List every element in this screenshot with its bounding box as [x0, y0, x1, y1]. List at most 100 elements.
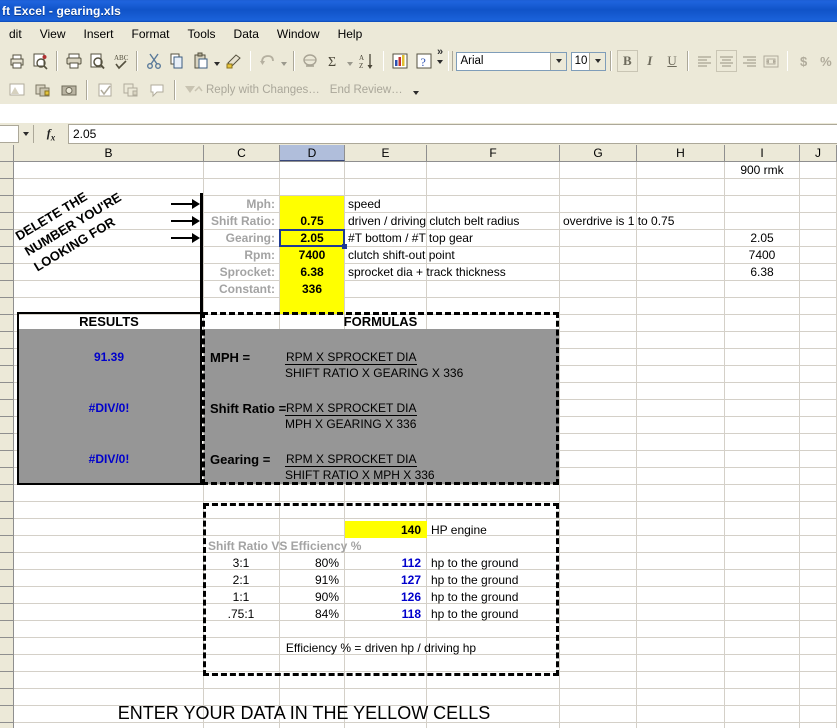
compare-merge-icon[interactable] — [119, 78, 143, 102]
font-name-dropdown-arrow-icon[interactable] — [550, 52, 567, 70]
align-right-icon[interactable] — [739, 50, 759, 72]
toolbar-overflow-icon[interactable]: » — [435, 47, 445, 72]
cell-I-gearing[interactable]: 2.05 — [725, 230, 799, 246]
formula-mph-denominator: SHIFT RATIO X GEARING X 336 — [285, 366, 464, 380]
column-header-I[interactable]: I — [725, 145, 800, 161]
chart-wizard-icon[interactable] — [389, 49, 410, 73]
menu-item-window[interactable]: Window — [268, 25, 329, 43]
paste-icon[interactable] — [190, 49, 211, 73]
excel-window: ft Excel - gearing.xls dit View Insert F… — [0, 0, 837, 728]
end-review-label[interactable]: End Review… — [330, 84, 403, 96]
hyperlink-icon[interactable] — [300, 49, 321, 73]
name-box[interactable] — [0, 125, 34, 143]
input-mph-value[interactable] — [280, 196, 344, 212]
input-sprocket-value[interactable]: 6.38 — [280, 264, 344, 280]
input-constant-value[interactable]: 336 — [280, 281, 344, 297]
select-all-corner[interactable] — [0, 145, 14, 161]
cut-icon[interactable] — [143, 49, 164, 73]
font-size-dropdown-arrow-icon[interactable] — [589, 52, 606, 70]
autosum-icon[interactable]: Σ — [323, 49, 344, 73]
eff-suffix-4: hp to the ground — [431, 607, 519, 621]
eff-hp-4: 118 — [401, 607, 421, 621]
paste-dropdown-arrow-icon[interactable] — [212, 50, 222, 72]
print-preview-small-icon[interactable] — [6, 49, 27, 73]
bold-button[interactable]: B — [617, 50, 638, 72]
column-header-F[interactable]: F — [427, 145, 560, 161]
align-left-icon[interactable] — [694, 50, 714, 72]
menu-item-view[interactable]: View — [31, 25, 75, 43]
currency-format-button[interactable]: $ — [793, 50, 813, 72]
copy-icon[interactable] — [167, 49, 188, 73]
formula-gearing-denominator: SHIFT RATIO X MPH X 336 — [285, 468, 435, 482]
percent-format-button[interactable]: % — [816, 50, 836, 72]
percent-label: % — [820, 53, 832, 69]
formula-mph-numerator: RPM X SPROCKET DIA — [285, 349, 418, 365]
column-header-C[interactable]: C — [204, 145, 280, 161]
formula-shift-ratio-name: Shift Ratio = — [210, 400, 287, 416]
reviewing-toolbar-overflow-icon[interactable] — [411, 79, 422, 101]
hp-engine-value[interactable]: 140 — [345, 521, 424, 538]
merge-cells-icon[interactable] — [761, 50, 781, 72]
align-center-icon[interactable] — [716, 50, 737, 72]
menu-item-format[interactable]: Format — [123, 25, 179, 43]
delete-number-annotation: DELETE THE NUMBER YOU'RE LOOKING FOR — [12, 173, 134, 276]
undo-dropdown-arrow-icon[interactable] — [279, 50, 289, 72]
results-header: RESULTS — [79, 313, 139, 329]
cell-I-sprocket[interactable]: 6.38 — [725, 264, 799, 280]
camera-icon[interactable] — [57, 78, 81, 102]
standard-toolbar: ABC Σ A Z ? » Arial 10 B I U $ % — [0, 46, 837, 76]
autosum-dropdown-arrow-icon[interactable] — [345, 50, 355, 72]
hp-engine-label: HP engine — [431, 522, 487, 537]
print-preview-icon[interactable] — [86, 49, 107, 73]
cell-I-rmk[interactable]: 900 rmk — [725, 162, 799, 178]
italic-button[interactable]: I — [640, 50, 660, 72]
print-icon[interactable] — [63, 49, 84, 73]
insert-function-icon[interactable]: fx — [34, 126, 68, 142]
underline-label: U — [667, 53, 677, 68]
underline-button[interactable]: U — [662, 50, 682, 72]
note-gearing: #T bottom / #T top gear — [348, 231, 473, 245]
sheet-body: 900 rmk Mph: Shift Ratio: Gearing: Rpm: … — [12, 162, 837, 728]
search-document-icon[interactable] — [30, 49, 51, 73]
italic-label: I — [647, 53, 653, 68]
annotation-divider-bar — [200, 193, 203, 316]
check-icon[interactable] — [93, 78, 117, 102]
svg-text:Z: Z — [359, 62, 363, 70]
input-gearing-value[interactable]: 2.05 — [280, 230, 344, 246]
format-painter-icon[interactable] — [223, 49, 244, 73]
formula-gearing-name: Gearing = — [210, 451, 271, 467]
spelling-check-icon[interactable]: ABC — [110, 49, 131, 73]
column-header-J[interactable]: J — [800, 145, 837, 161]
font-name-combo[interactable]: Arial — [456, 51, 568, 71]
menu-item-edit[interactable]: dit — [0, 25, 31, 43]
column-header-G[interactable]: G — [560, 145, 637, 161]
menu-item-help[interactable]: Help — [329, 25, 372, 43]
cell-I-rpm[interactable]: 7400 — [725, 247, 799, 263]
help-icon[interactable]: ? — [413, 49, 434, 73]
column-header-B[interactable]: B — [14, 145, 204, 161]
column-header-H[interactable]: H — [637, 145, 725, 161]
input-rpm-value[interactable]: 7400 — [280, 247, 344, 263]
eff-suffix-3: hp to the ground — [431, 590, 519, 604]
annotation-arrow-2-head-icon — [192, 216, 200, 226]
input-shift-ratio-value[interactable]: 0.75 — [280, 213, 344, 229]
undo-icon[interactable] — [256, 49, 277, 73]
eff-ratio-3: 1:1 — [232, 590, 250, 604]
column-header-E[interactable]: E — [345, 145, 427, 161]
column-header-D[interactable]: D — [280, 145, 345, 161]
formula-input[interactable]: 2.05 — [68, 124, 837, 144]
menu-item-tools[interactable]: Tools — [179, 25, 225, 43]
menu-item-data[interactable]: Data — [225, 25, 268, 43]
copy-sheets-icon[interactable] — [31, 78, 55, 102]
note-sprocket: sprocket dia + track thickness — [348, 265, 506, 279]
name-box-dropdown-arrow-icon[interactable] — [18, 125, 33, 143]
reply-icon[interactable] — [181, 78, 205, 102]
reply-with-changes-label[interactable]: Reply with Changes… — [206, 84, 320, 96]
formula-bar: fx 2.05 — [0, 123, 837, 145]
menu-item-insert[interactable]: Insert — [74, 25, 122, 43]
sort-ascending-icon[interactable]: A Z — [356, 49, 377, 73]
note-overdrive: overdrive is 1 to 0.75 — [563, 214, 675, 228]
comment-icon[interactable] — [145, 78, 169, 102]
font-size-combo[interactable]: 10 — [570, 51, 607, 71]
drawing-icon[interactable] — [5, 78, 29, 102]
